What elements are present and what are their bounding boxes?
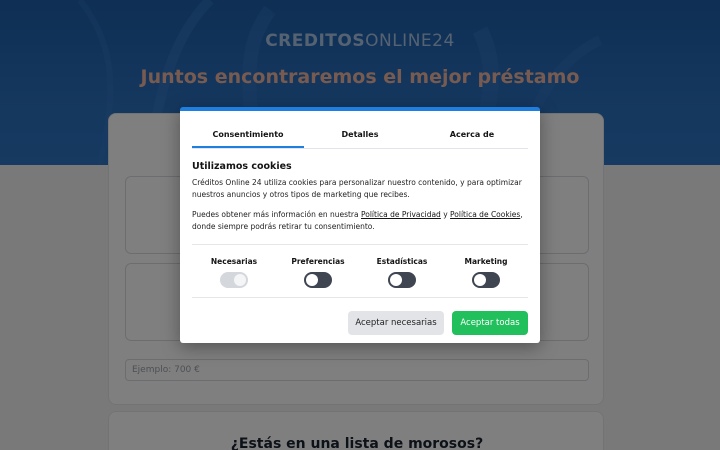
cookie-policy-link[interactable]: Política de Cookies — [450, 210, 520, 219]
cookie-category-toggles: Necesarias Preferencias Estadísticas Mar… — [192, 257, 528, 291]
accept-necessary-button[interactable]: Aceptar necesarias — [348, 311, 444, 335]
cookie-dialog-title: Utilizamos cookies — [192, 161, 292, 172]
divider — [192, 244, 528, 245]
divider — [192, 297, 528, 298]
tab-details[interactable]: Detalles — [304, 121, 416, 148]
toggle-knob — [234, 274, 246, 286]
category-preferences: Preferencias — [276, 257, 360, 291]
tab-consent[interactable]: Consentimiento — [192, 121, 304, 148]
category-marketing: Marketing — [444, 257, 528, 291]
category-statistics: Estadísticas — [360, 257, 444, 291]
statistics-toggle[interactable] — [388, 272, 416, 288]
consent-tabs: Consentimiento Detalles Acerca de — [192, 121, 528, 149]
preferences-toggle[interactable] — [304, 272, 332, 288]
category-label: Necesarias — [210, 257, 258, 266]
toggle-knob — [306, 274, 318, 286]
privacy-policy-link[interactable]: Política de Privacidad — [361, 210, 441, 219]
category-label: Preferencias — [291, 257, 345, 266]
accept-all-button[interactable]: Aceptar todas — [452, 311, 528, 335]
category-label: Estadísticas — [376, 257, 428, 266]
category-label: Marketing — [464, 257, 508, 266]
tab-about[interactable]: Acerca de — [416, 121, 528, 148]
necessary-toggle — [220, 272, 248, 288]
marketing-toggle[interactable] — [472, 272, 500, 288]
category-necessary: Necesarias — [192, 257, 276, 291]
policy-text-and: y — [440, 210, 451, 219]
policy-text-before: Puedes obtener más información en nuestr… — [192, 210, 361, 219]
toggle-knob — [390, 274, 402, 286]
toggle-knob — [474, 274, 486, 286]
cookie-description: Créditos Online 24 utiliza cookies para … — [192, 178, 522, 199]
cookie-consent-dialog: Consentimiento Detalles Acerca de Utiliz… — [180, 107, 540, 343]
cookie-policy-text: Puedes obtener más información en nuestr… — [192, 209, 528, 233]
